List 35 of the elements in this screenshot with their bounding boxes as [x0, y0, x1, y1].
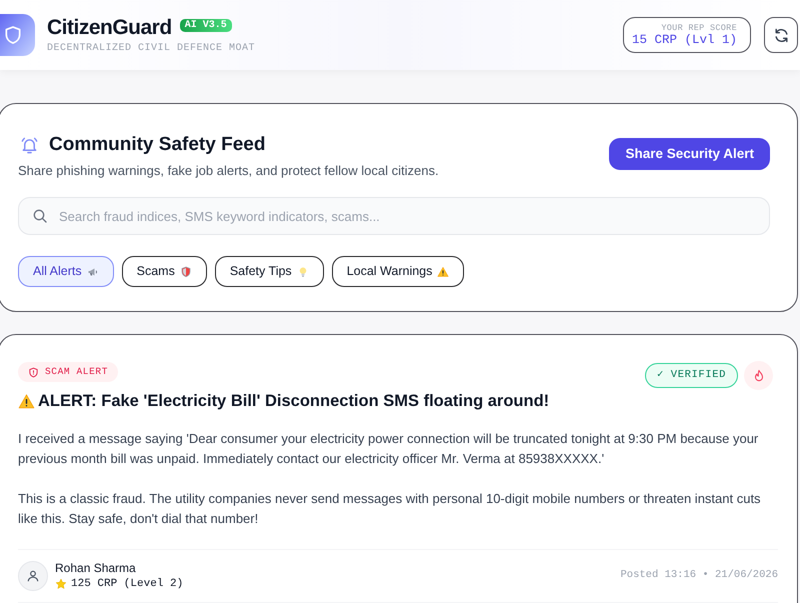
warning-icon: [18, 392, 35, 410]
filter-chip[interactable]: All Alerts: [18, 256, 114, 287]
search-icon: [32, 208, 48, 224]
refresh-icon: [772, 26, 790, 44]
filter-chip[interactable]: Safety Tips: [214, 256, 324, 287]
post-title: ALERT: Fake 'Electricity Bill' Disconnection SMS floating around!: [38, 391, 550, 412]
feed-title: Community Safety Feed: [49, 133, 266, 157]
avatar-icon: [18, 561, 48, 591]
category-label: SCAM ALERT: [45, 366, 108, 378]
star-icon: [55, 578, 67, 590]
flame-button[interactable]: [744, 361, 773, 390]
rep-score-value: 15 CRP (Lvl 1): [632, 32, 737, 48]
author-name: Rohan Sharma: [55, 561, 137, 576]
version-tag: AI V3.5: [180, 18, 232, 32]
rep-score-label: YOUR REP SCORE: [661, 22, 737, 32]
author-reputation: 125 CRP (Level 2): [71, 577, 184, 591]
megaphone-icon: [86, 266, 99, 278]
share-alert-button[interactable]: Share Security Alert: [609, 138, 770, 170]
verified-tag: ✓ VERIFIED: [644, 363, 738, 388]
search-field[interactable]: Search fraud indices, SMS keyword indicators, scams...: [18, 197, 770, 235]
app-tagline: DECENTRALIZED CIVIL DEFENCE MOAT: [47, 42, 256, 54]
post-timestamp: Posted 13:16 • 21/06/2026: [620, 568, 778, 584]
filter-chip[interactable]: Scams: [122, 256, 207, 287]
shield-icon: [180, 266, 192, 278]
app-title: CitizenGuard: [47, 16, 172, 40]
post-paragraph: This is a classic fraud. The utility companies never send messages with personal 10-digit mobile numbers or threaten instant cuts like this. Stay safe, don't dial that number!: [18, 490, 762, 528]
warning-icon: [437, 266, 450, 278]
shield-logo-icon: [0, 14, 35, 56]
bell-icon: [20, 136, 39, 154]
filter-chip[interactable]: Local Warnings: [332, 256, 464, 287]
post-paragraph: I received a message saying 'Dear consumer your electricity power connection will be truncated tonight at 9:30 PM because your previous month bill was unpaid. Immediately contact our electricity officer Mr. Verma at 85938XXXXX.': [18, 430, 760, 468]
feed-subtitle: Share phishing warnings, fake job alerts, and protect fellow local citizens.: [18, 163, 439, 179]
shield-icon: [28, 366, 39, 378]
refresh-button[interactable]: [764, 17, 798, 53]
lightbulb-icon: [296, 266, 309, 278]
